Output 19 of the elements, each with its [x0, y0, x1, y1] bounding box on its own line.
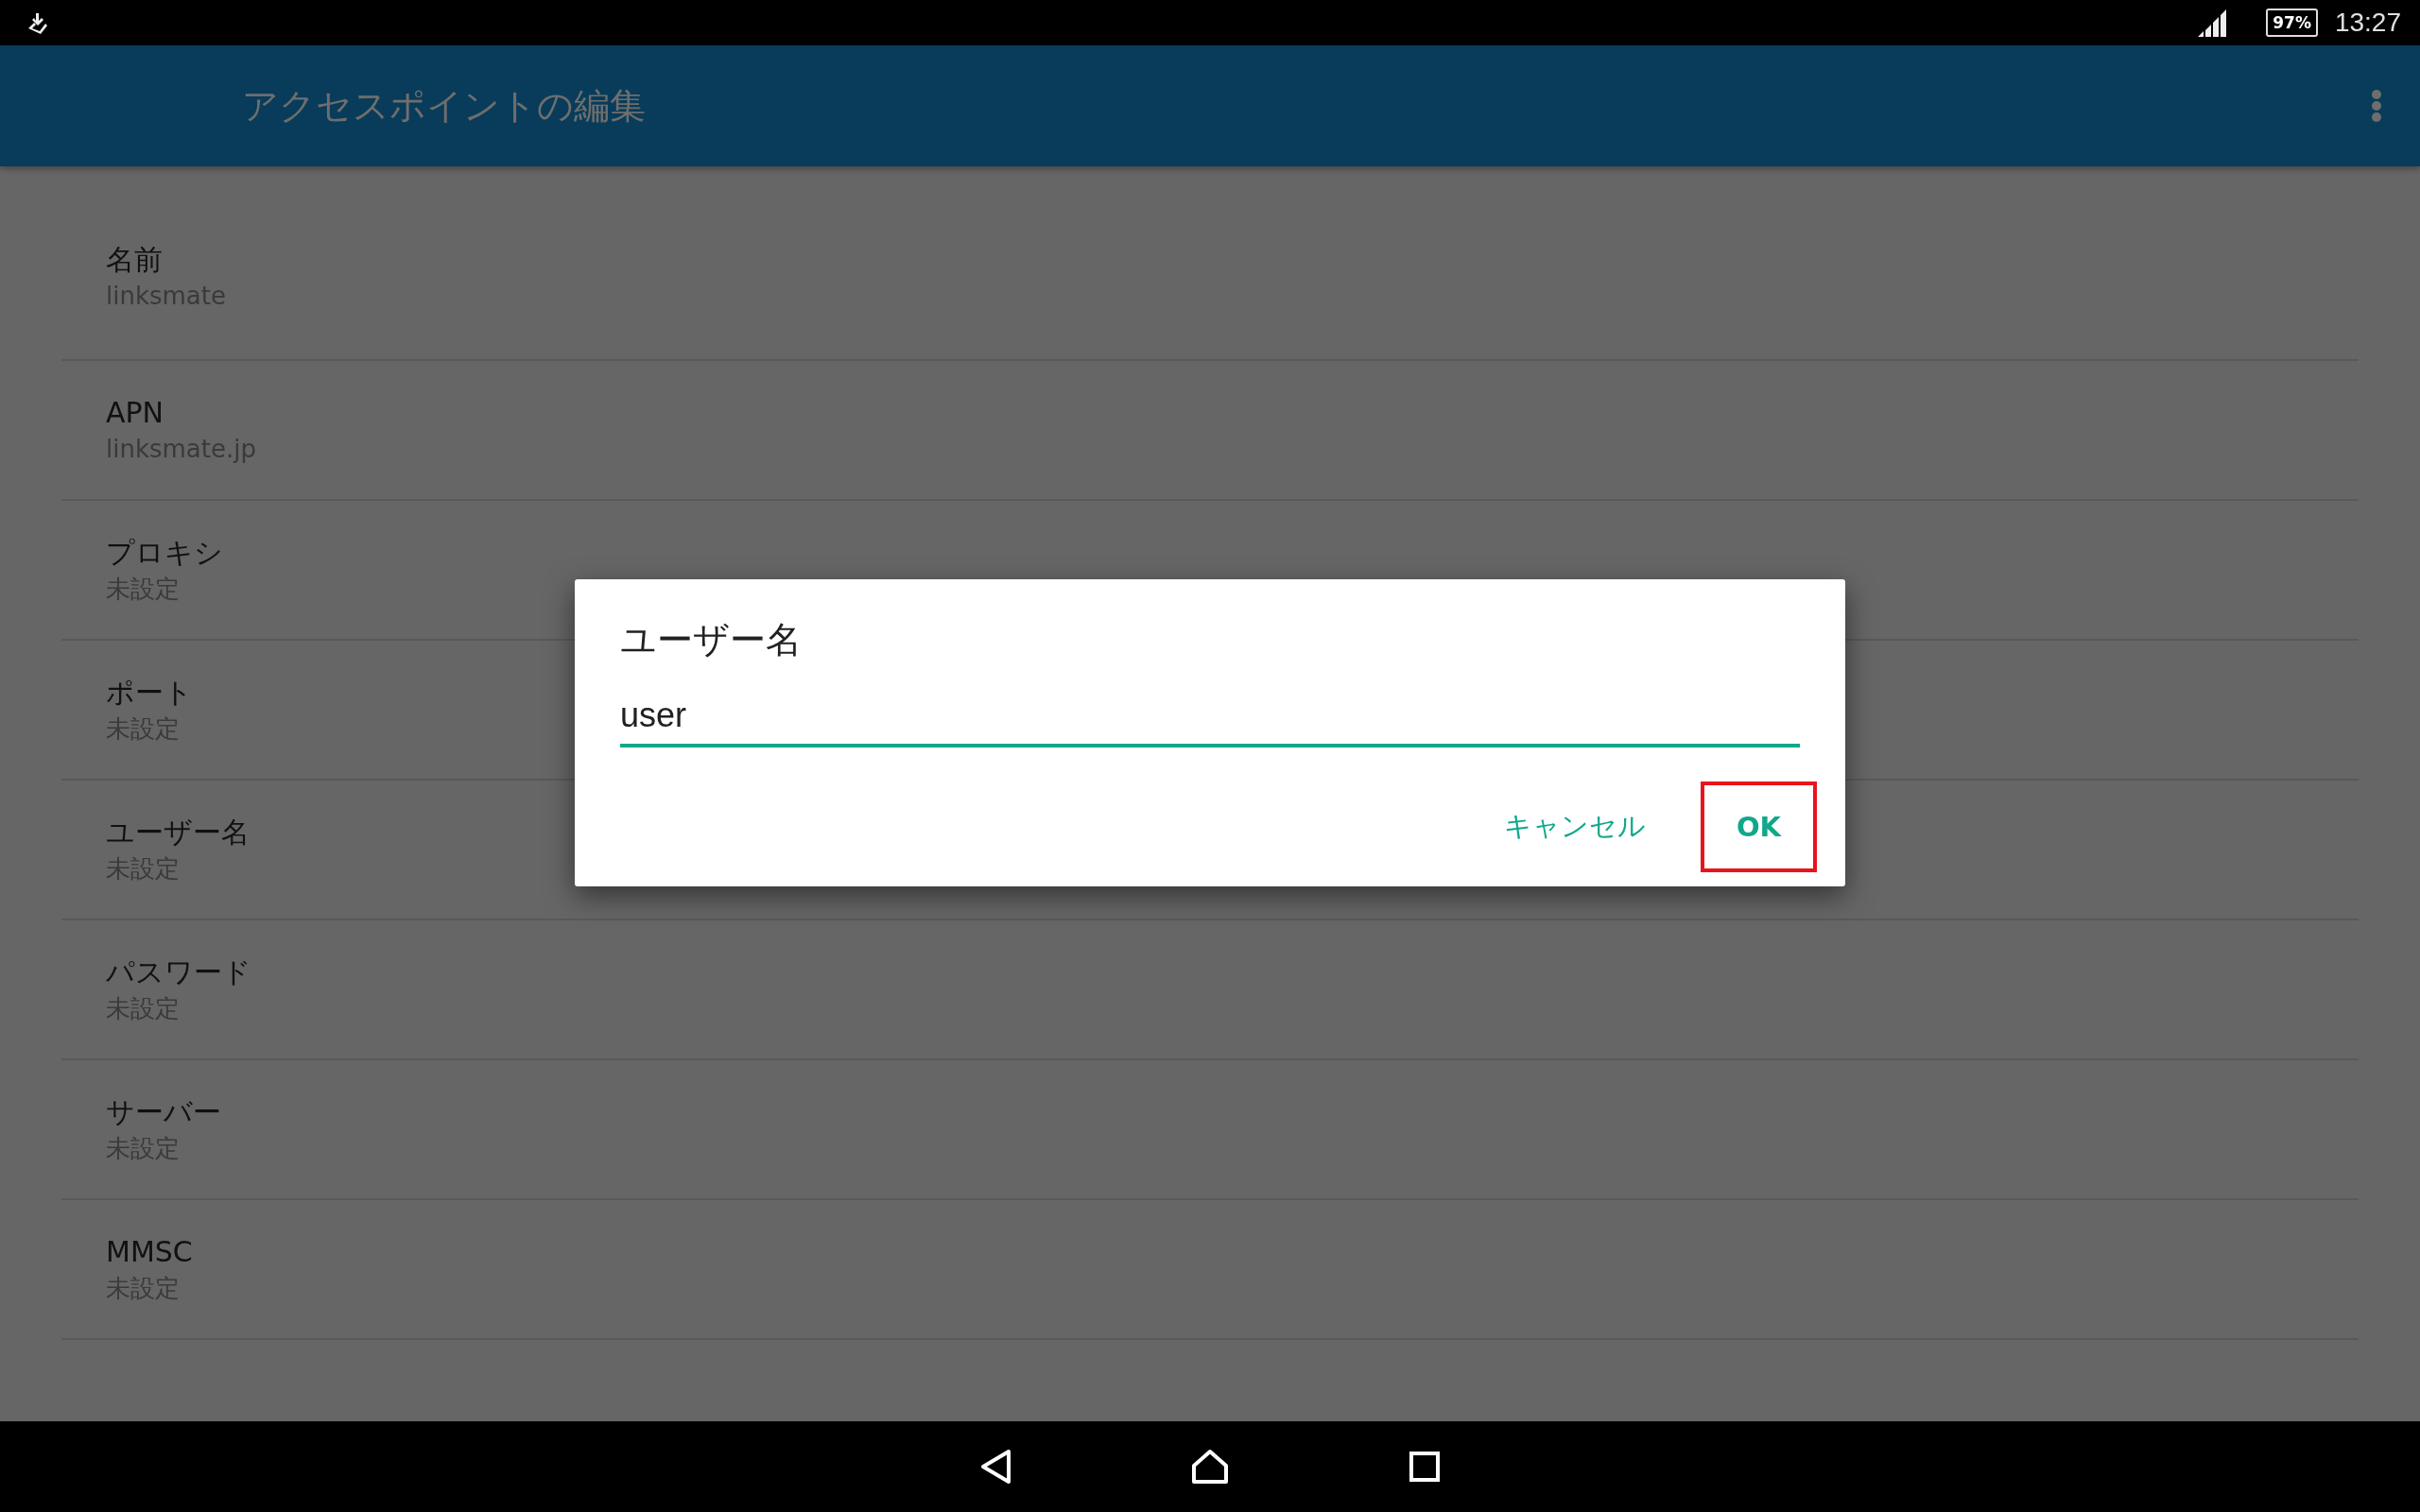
setting-title: サーバー	[106, 1094, 221, 1130]
setting-title: プロキシ	[106, 535, 223, 571]
dialog-button[interactable]: キャンセル	[1467, 782, 1682, 872]
signal-icon	[2198, 9, 2229, 37]
back-icon[interactable]	[979, 1449, 1011, 1485]
clock: 13:27	[2334, 8, 2401, 38]
setting-title: ユーザー名	[106, 815, 250, 850]
download-notification-icon	[26, 11, 49, 34]
setting-title: MMSC	[106, 1234, 193, 1270]
setting-title: ポート	[106, 675, 193, 711]
setting-title: パスワード	[106, 954, 251, 990]
home-icon[interactable]	[1191, 1449, 1229, 1485]
recent-apps-icon[interactable]	[1409, 1451, 1441, 1483]
app-bar-title: アクセスポイントの編集	[242, 83, 647, 129]
setting-title: APN	[106, 395, 164, 431]
dialog-button[interactable]: OK	[1700, 782, 1817, 872]
input-field[interactable]: user	[620, 687, 1800, 747]
setting-title: 名前	[106, 242, 163, 278]
battery-indicator: 97%	[2266, 9, 2318, 37]
